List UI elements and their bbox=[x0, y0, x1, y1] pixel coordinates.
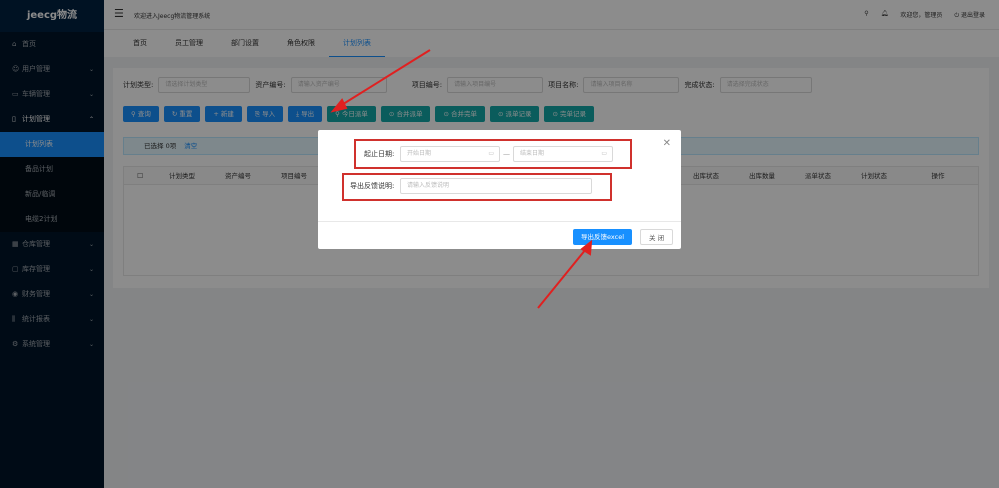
arrow-to-export-excel bbox=[537, 248, 587, 309]
arrowhead bbox=[330, 98, 348, 113]
arrow-to-export bbox=[339, 49, 431, 107]
annotation-arrows bbox=[330, 49, 593, 309]
